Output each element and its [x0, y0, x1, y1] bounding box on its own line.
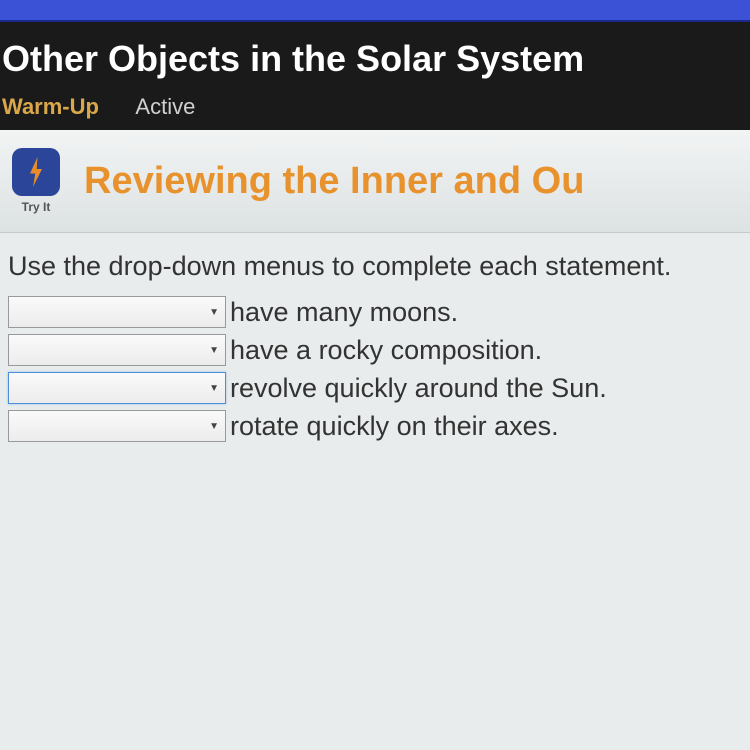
content-area: Try It Reviewing the Inner and Ou Use th… [0, 130, 750, 442]
statement-text: revolve quickly around the Sun. [230, 373, 607, 404]
tab-active[interactable]: Active [135, 94, 195, 120]
chevron-down-icon: ▼ [209, 421, 219, 432]
try-it-label: Try It [22, 200, 51, 214]
chevron-down-icon: ▼ [209, 383, 219, 394]
section-banner: Try It Reviewing the Inner and Ou [0, 130, 750, 233]
try-it-badge: Try It [12, 148, 60, 214]
lightning-bolt-icon [27, 157, 45, 187]
lesson-title: Other Objects in the Solar System [0, 38, 750, 80]
statements-list: ▼ have many moons. ▼ have a rocky compos… [0, 296, 750, 442]
lesson-header: Other Objects in the Solar System Warm-U… [0, 22, 750, 130]
statement-row: ▼ have many moons. [8, 296, 742, 328]
window-top-bar [0, 0, 750, 22]
statement-text: have many moons. [230, 297, 458, 328]
chevron-down-icon: ▼ [209, 307, 219, 318]
statement-row: ▼ revolve quickly around the Sun. [8, 372, 742, 404]
chevron-down-icon: ▼ [209, 345, 219, 356]
statement-text: rotate quickly on their axes. [230, 411, 559, 442]
dropdown-4[interactable]: ▼ [8, 410, 226, 442]
section-title: Reviewing the Inner and Ou [84, 160, 584, 203]
statement-row: ▼ rotate quickly on their axes. [8, 410, 742, 442]
dropdown-1[interactable]: ▼ [8, 296, 226, 328]
dropdown-2[interactable]: ▼ [8, 334, 226, 366]
lesson-tabs: Warm-Up Active [0, 94, 750, 120]
try-it-icon-box [12, 148, 60, 196]
instructions-text: Use the drop-down menus to complete each… [0, 233, 750, 296]
dropdown-3[interactable]: ▼ [8, 372, 226, 404]
statement-text: have a rocky composition. [230, 335, 542, 366]
tab-warmup[interactable]: Warm-Up [2, 94, 99, 120]
statement-row: ▼ have a rocky composition. [8, 334, 742, 366]
